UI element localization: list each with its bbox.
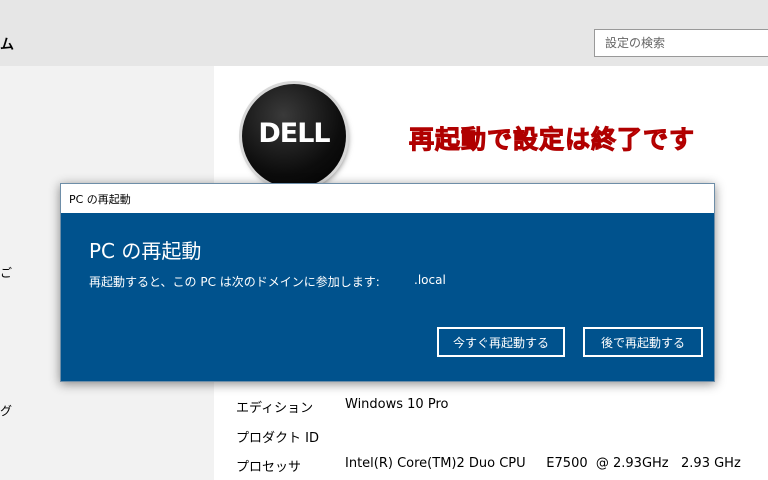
settings-window: ム ご グ DELL 再起動で設定は終了です エディション Windows 10… — [0, 0, 768, 480]
dell-logo: DELL — [242, 84, 346, 188]
dialog-heading: PC の再起動 — [89, 239, 202, 263]
spec-label: エディション — [236, 401, 314, 416]
nav-item-fragment[interactable]: グ — [0, 402, 12, 419]
spec-label: プロダクト ID — [236, 431, 319, 446]
nav-item-fragment[interactable]: ご — [0, 264, 12, 281]
dialog-domain: .local — [414, 273, 446, 287]
restart-now-button[interactable]: 今すぐ再起動する — [437, 327, 565, 357]
spec-value: Windows 10 Pro — [345, 397, 449, 412]
header-bar: ム — [0, 0, 768, 66]
annotation-text: 再起動で設定は終了です — [408, 125, 696, 155]
spec-value: Intel(R) Core(TM)2 Duo CPU E7500 @ 2.93G… — [345, 456, 741, 471]
dialog-message: 再起動すると、この PC は次のドメインに参加します: — [89, 275, 380, 289]
dialog-titlebar[interactable]: PC の再起動 — [61, 184, 714, 213]
dell-logo-text: DELL — [258, 118, 330, 149]
restart-dialog: PC の再起動 PC の再起動 再起動すると、この PC は次のドメインに参加し… — [60, 183, 715, 382]
restart-later-button[interactable]: 後で再起動する — [583, 327, 703, 357]
dialog-window-title: PC の再起動 — [69, 193, 131, 206]
search-box[interactable] — [594, 29, 768, 57]
page-title-fragment: ム — [0, 37, 14, 53]
search-input[interactable] — [605, 31, 765, 55]
spec-label: プロセッサ — [236, 460, 302, 475]
